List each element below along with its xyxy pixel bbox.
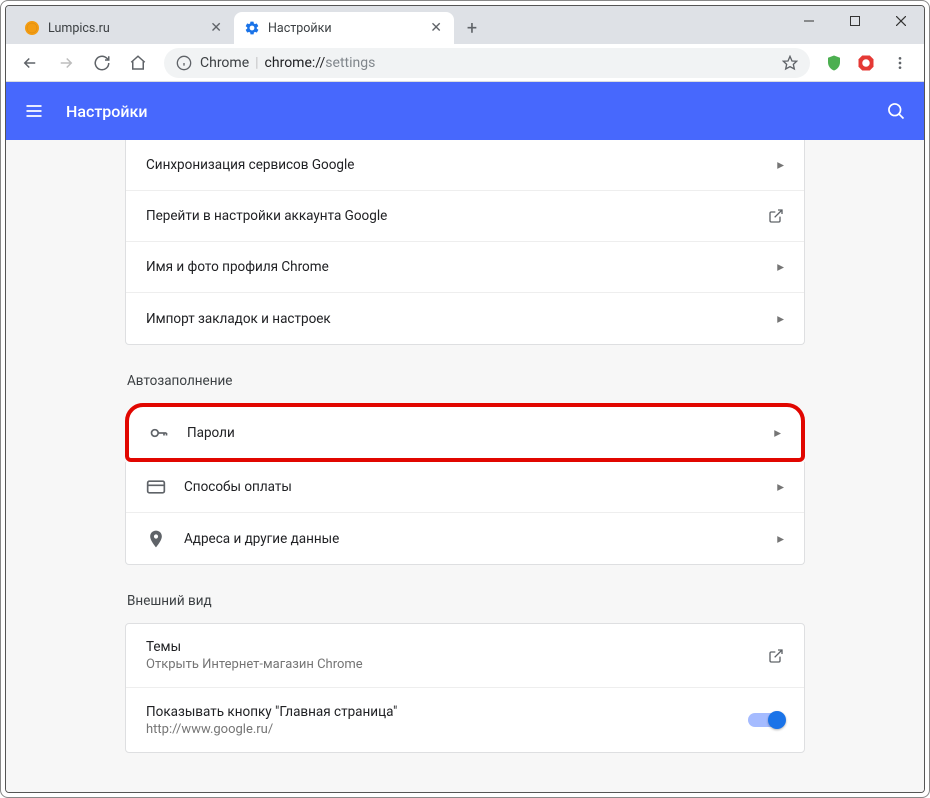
favicon-settings [244,20,260,36]
new-tab-button[interactable]: + [458,14,486,42]
extension-shield-icon[interactable] [820,49,848,77]
settings-appbar: Настройки [6,82,924,140]
row-label: Импорт закладок и настроек [146,311,777,327]
site-info-icon[interactable] [176,55,192,71]
tab-lumpics[interactable]: Lumpics.ru ✕ [14,12,234,44]
row-profile-name-photo[interactable]: Имя и фото профиля Chrome ▸ [126,242,804,293]
row-addresses[interactable]: Адреса и другие данные ▸ [126,513,804,564]
toggle-home-button[interactable] [748,713,784,727]
titlebar: Lumpics.ru ✕ Настройки ✕ + [6,6,924,44]
tab-title: Настройки [268,21,428,36]
row-themes[interactable]: Темы Открыть Интернет-магазин Chrome [126,624,804,688]
content-area: Синхронизация сервисов Google ▸ Перейти … [6,140,924,792]
row-import-bookmarks[interactable]: Импорт закладок и настроек ▸ [126,293,804,344]
extension-adblock-icon[interactable] [852,49,880,77]
sync-card: Синхронизация сервисов Google ▸ Перейти … [125,140,805,345]
chevron-right-icon: ▸ [777,531,784,547]
url-path: settings [325,55,375,71]
appbar-title: Настройки [66,102,886,121]
row-sublabel: Открыть Интернет-магазин Chrome [146,657,768,672]
scroll-area[interactable]: Синхронизация сервисов Google ▸ Перейти … [6,140,924,792]
chevron-right-icon: ▸ [774,425,781,441]
tab-title: Lumpics.ru [48,21,208,36]
key-icon [149,423,169,443]
close-icon[interactable]: ✕ [428,20,444,36]
browser-window: Lumpics.ru ✕ Настройки ✕ + [0,0,930,798]
row-label: Имя и фото профиля Chrome [146,259,777,275]
row-home-button[interactable]: Показывать кнопку "Главная страница" htt… [126,688,804,752]
row-label: Перейти в настройки аккаунта Google [146,208,768,224]
row-sync-services[interactable]: Синхронизация сервисов Google ▸ [126,140,804,191]
close-icon[interactable]: ✕ [208,20,224,36]
omnibox[interactable]: Chrome | chrome://settings [164,48,810,78]
chevron-right-icon: ▸ [777,259,784,275]
row-passwords[interactable]: Пароли ▸ [129,407,801,458]
appearance-card: Темы Открыть Интернет-магазин Chrome Пок… [125,623,805,753]
url-scheme: chrome:// [265,55,326,71]
window-controls [786,6,924,36]
menu-button[interactable] [884,47,916,79]
forward-button[interactable] [50,47,82,79]
row-label: Пароли [187,425,774,441]
toolbar: Chrome | chrome://settings [6,44,924,82]
home-button[interactable] [122,47,154,79]
section-title-appearance: Внешний вид [127,593,805,609]
minimize-button[interactable] [786,6,832,36]
tab-settings[interactable]: Настройки ✕ [234,12,454,44]
autofill-passwords-card: Пароли ▸ [125,403,805,462]
row-label: Показывать кнопку "Главная страница" [146,704,748,720]
url-prefix: Chrome [200,55,249,71]
bookmark-icon[interactable] [782,55,798,71]
url-separator: | [255,55,258,71]
row-label: Адреса и другие данные [184,531,777,547]
row-label: Синхронизация сервисов Google [146,157,777,173]
chevron-right-icon: ▸ [777,479,784,495]
back-button[interactable] [14,47,46,79]
section-title-autofill: Автозаполнение [127,373,805,389]
favicon-lumpics [24,20,40,36]
external-link-icon [768,208,784,224]
close-button[interactable] [878,6,924,36]
external-link-icon [768,648,784,664]
tabs-strip: Lumpics.ru ✕ Настройки ✕ + [6,6,486,44]
maximize-button[interactable] [832,6,878,36]
chevron-right-icon: ▸ [777,311,784,327]
chevron-right-icon: ▸ [777,157,784,173]
row-google-account[interactable]: Перейти в настройки аккаунта Google [126,191,804,242]
row-label: Способы оплаты [184,479,777,495]
card-icon [146,477,166,497]
reload-button[interactable] [86,47,118,79]
row-label: Темы [146,639,768,655]
hamburger-icon[interactable] [24,101,44,121]
row-payment-methods[interactable]: Способы оплаты ▸ [126,462,804,513]
row-sublabel: http://www.google.ru/ [146,722,748,737]
pin-icon [146,529,166,549]
search-icon[interactable] [886,101,906,121]
autofill-rest-card: Способы оплаты ▸ Адреса и другие данные … [125,462,805,565]
